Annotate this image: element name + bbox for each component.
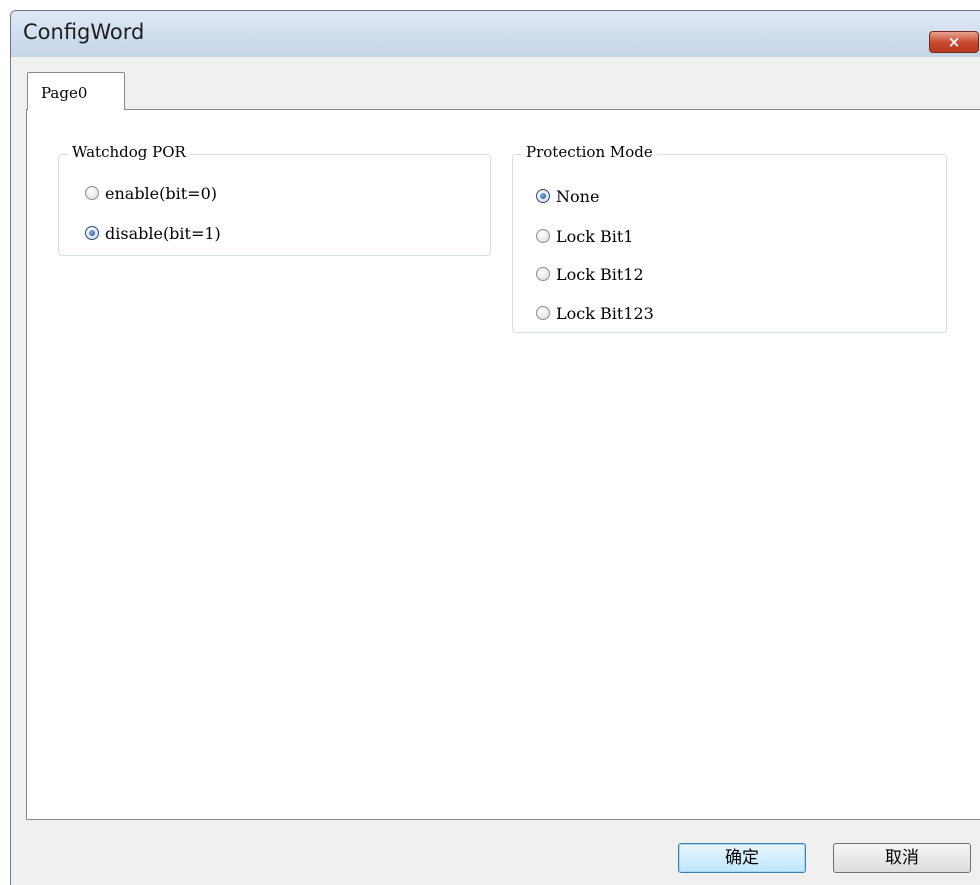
protection-mode-group: Protection Mode None Lock Bit1 Lock Bit1… (512, 143, 947, 333)
radio-unchecked-icon[interactable] (85, 186, 99, 200)
radio-protection-lock-bit1[interactable]: Lock Bit1 (536, 224, 633, 248)
radio-watchdog-enable[interactable]: enable(bit=0) (85, 181, 217, 205)
radio-label: disable(bit=1) (105, 223, 221, 243)
title-bar[interactable]: ConfigWord × (11, 11, 980, 57)
config-word-dialog: ConfigWord × Page0 Watchdog POR enable(b… (10, 10, 980, 885)
radio-label: enable(bit=0) (105, 183, 217, 203)
radio-unchecked-icon[interactable] (536, 229, 550, 243)
radio-unchecked-icon[interactable] (536, 267, 550, 281)
radio-watchdog-disable[interactable]: disable(bit=1) (85, 221, 221, 245)
protection-mode-legend: Protection Mode (522, 143, 657, 161)
radio-label: Lock Bit12 (556, 264, 644, 284)
watchdog-por-legend: Watchdog POR (68, 143, 190, 161)
close-button[interactable]: × (929, 31, 979, 53)
window-title: ConfigWord (23, 20, 145, 44)
radio-label: None (556, 186, 600, 206)
radio-protection-lock-bit123[interactable]: Lock Bit123 (536, 301, 654, 325)
cancel-button[interactable]: 取消 (833, 843, 971, 873)
tab-page0[interactable]: Page0 (27, 72, 125, 110)
ok-button[interactable]: 确定 (678, 843, 806, 873)
tab-panel-page0: Watchdog POR enable(bit=0) disable(bit=1… (26, 109, 980, 820)
radio-label: Lock Bit1 (556, 226, 634, 246)
radio-protection-none[interactable]: None (536, 184, 599, 208)
close-icon: × (947, 33, 961, 51)
radio-label: Lock Bit123 (556, 303, 654, 323)
dialog-client-area: Page0 Watchdog POR enable(bit=0) disable… (11, 57, 980, 885)
radio-checked-icon[interactable] (85, 226, 99, 240)
radio-checked-icon[interactable] (536, 189, 550, 203)
watchdog-por-group: Watchdog POR enable(bit=0) disable(bit=1… (58, 143, 491, 256)
radio-protection-lock-bit12[interactable]: Lock Bit12 (536, 262, 644, 286)
radio-unchecked-icon[interactable] (536, 306, 550, 320)
